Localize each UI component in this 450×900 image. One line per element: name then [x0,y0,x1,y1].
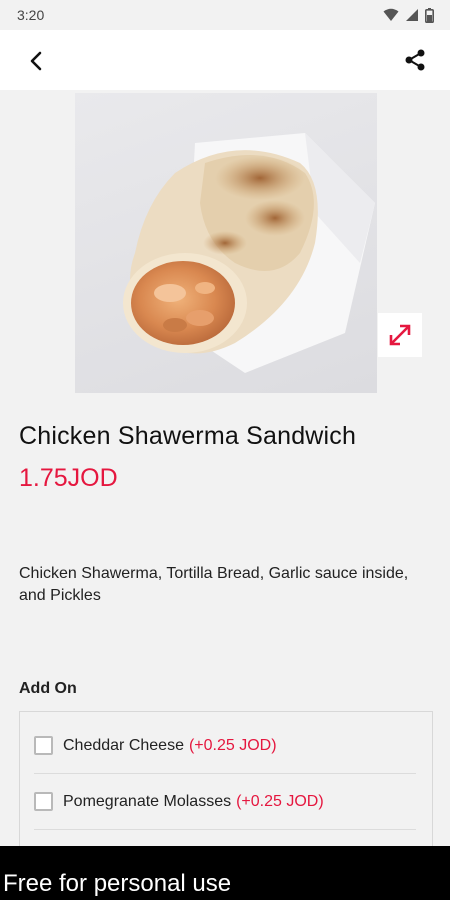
addon-price: (+0.25 JOD) [236,792,324,810]
watermark-banner: Free for personal use [0,846,450,900]
product-image[interactable] [75,93,377,393]
shawerma-wrap-illustration [123,133,375,373]
addon-name: Cheddar Cheese [63,736,184,754]
expand-image-button[interactable] [378,313,422,357]
product-description: Chicken Shawerma, Tortilla Bread, Garlic… [19,565,409,604]
arrow-left-icon [30,51,42,71]
battery-icon [425,7,434,23]
back-button[interactable] [24,48,50,74]
status-bar: 3:20 [0,0,450,30]
status-icons [383,7,434,23]
addon-list: Cheddar Cheese (+0.25 JOD) Pomegranate M… [19,711,433,861]
addon-checkbox[interactable] [34,792,53,811]
share-button[interactable] [402,47,428,73]
addon-price: (+0.25 JOD) [188,736,277,754]
status-time: 3:20 [17,7,45,23]
product-price: 1.75JOD [19,464,118,492]
app-bar [0,30,450,90]
addon-item-cheddar-cheese[interactable]: Cheddar Cheese (+0.25 JOD) [34,718,416,774]
addon-name: Pomegranate Molasses [63,792,232,810]
addon-heading: Add On [19,680,77,697]
addon-checkbox[interactable] [34,736,53,755]
expand-icon [389,324,411,346]
product-title: Chicken Shawerma Sandwich [19,422,357,450]
signal-icon [406,9,418,21]
share-icon [405,49,425,71]
wifi-icon [383,8,399,21]
addon-item-pomegranate-molasses[interactable]: Pomegranate Molasses (+0.25 JOD) [34,774,416,830]
